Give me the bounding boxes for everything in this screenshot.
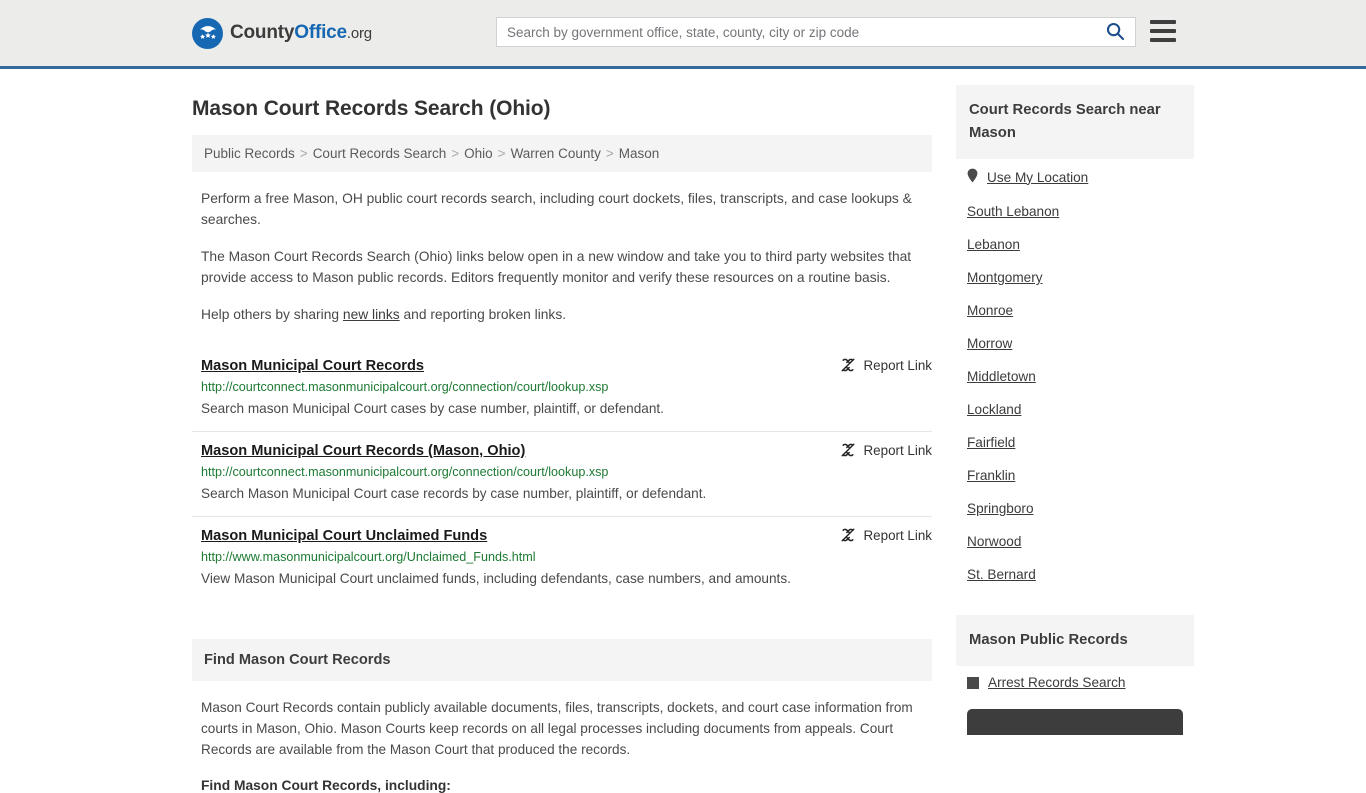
list-item: Springboro <box>956 492 1194 525</box>
report-link-button[interactable]: Report Link <box>840 357 932 373</box>
breadcrumb-item-court-records-search[interactable]: Court Records Search <box>313 146 447 161</box>
square-bullet-icon <box>967 676 979 689</box>
page-title: Mason Court Records Search (Ohio) <box>192 97 551 120</box>
sidebar-nearby-heading: Court Records Search near Mason <box>956 85 1194 159</box>
report-link-label: Report Link <box>863 442 932 458</box>
sidebar-public-records-heading: Mason Public Records <box>956 615 1194 666</box>
find-records-subheading: Find Mason Court Records, including: <box>201 778 451 793</box>
list-item: Use My Location <box>956 159 1194 195</box>
list-item: Lebanon <box>956 228 1194 261</box>
sidebar-city-morrow[interactable]: Morrow <box>956 327 1194 360</box>
sidebar-city-middletown[interactable]: Middletown <box>956 360 1194 393</box>
listing-item: Mason Municipal Court Unclaimed Funds ht… <box>192 517 932 601</box>
broken-link-icon <box>840 442 856 458</box>
intro-paragraph-1: Perform a free Mason, OH public court re… <box>201 191 912 227</box>
search-button[interactable] <box>1095 18 1135 46</box>
breadcrumb-separator: > <box>605 146 614 161</box>
new-links-link[interactable]: new links <box>343 307 400 322</box>
listing-description: View Mason Municipal Court unclaimed fun… <box>201 571 791 586</box>
map-pin-icon <box>967 168 978 186</box>
site-logo[interactable]: CountyOffice.org <box>192 17 372 49</box>
site-header: CountyOffice.org <box>0 0 1366 69</box>
share-text-after: and reporting broken links. <box>399 307 567 322</box>
list-item: St. Bernard <box>956 558 1194 591</box>
listing-item: Mason Municipal Court Records (Mason, Oh… <box>192 432 932 517</box>
list-item: Fairfield <box>956 426 1194 459</box>
list-item: South Lebanon <box>956 195 1194 228</box>
sidebar-city-springboro[interactable]: Springboro <box>956 492 1194 525</box>
listing-title-link[interactable]: Mason Municipal Court Records <box>201 358 424 374</box>
sidebar: Court Records Search near Mason Use My L… <box>956 85 1194 793</box>
listing-title-link[interactable]: Mason Municipal Court Unclaimed Funds <box>201 528 487 544</box>
sidebar-city-montgomery[interactable]: Montgomery <box>956 261 1194 294</box>
listing-description: Search mason Municipal Court cases by ca… <box>201 401 664 416</box>
sidebar-city-south-lebanon[interactable]: South Lebanon <box>956 195 1194 228</box>
report-link-label: Report Link <box>863 357 932 373</box>
breadcrumb-item-mason[interactable]: Mason <box>619 146 660 161</box>
sidebar-bottom-bar[interactable] <box>967 709 1183 735</box>
logo-text-org: .org <box>346 25 372 42</box>
breadcrumb: Public Records > Court Records Search > Ohio… <box>192 135 932 172</box>
intro-paragraph-3: Help others by sharing new links and rep… <box>201 304 917 325</box>
breadcrumb-item-warren-county[interactable]: Warren County <box>511 146 601 161</box>
list-item: Norwood <box>956 525 1194 558</box>
find-records-heading: Find Mason Court Records <box>192 639 932 681</box>
broken-link-icon <box>840 527 856 543</box>
listing-results: Mason Municipal Court Records http://cou… <box>192 347 932 601</box>
report-link-button[interactable]: Report Link <box>840 442 932 458</box>
main-column: Mason Court Records Search (Ohio) Public… <box>192 85 932 793</box>
sidebar-city-fairfield[interactable]: Fairfield <box>956 426 1194 459</box>
sidebar-city-franklin[interactable]: Franklin <box>956 459 1194 492</box>
search-bar[interactable] <box>496 17 1136 47</box>
sidebar-public-records-list: Arrest Records Search <box>956 666 1194 699</box>
sidebar-city-lockland[interactable]: Lockland <box>956 393 1194 426</box>
sidebar-city-monroe[interactable]: Monroe <box>956 294 1194 327</box>
listing-url: http://www.masonmunicipalcourt.org/Uncla… <box>201 550 536 564</box>
search-icon <box>1105 21 1125 44</box>
list-item: Franklin <box>956 459 1194 492</box>
page-body: Mason Court Records Search (Ohio) Public… <box>0 69 1366 793</box>
listing-description: Search Mason Municipal Court case record… <box>201 486 707 501</box>
logo-wordmark: CountyOffice.org <box>230 22 372 44</box>
logo-text-office: Office <box>294 22 347 43</box>
sidebar-city-norwood[interactable]: Norwood <box>956 525 1194 558</box>
eagle-stars-logo-icon <box>192 17 223 49</box>
sidebar-item-label: Arrest Records Search <box>988 675 1126 690</box>
sidebar-city-st-bernard[interactable]: St. Bernard <box>956 558 1194 591</box>
use-my-location-link[interactable]: Use My Location <box>956 159 1194 195</box>
report-link-button[interactable]: Report Link <box>840 527 932 543</box>
listing-url: http://courtconnect.masonmunicipalcourt.… <box>201 380 609 394</box>
breadcrumb-separator: > <box>299 146 308 161</box>
broken-link-icon <box>840 357 856 373</box>
share-text-before: Help others by sharing <box>201 307 343 322</box>
find-records-body: Mason Court Records contain publicly ava… <box>201 700 913 757</box>
logo-text-county: County <box>230 22 295 43</box>
breadcrumb-item-ohio[interactable]: Ohio <box>464 146 493 161</box>
hamburger-menu-icon[interactable] <box>1150 20 1176 42</box>
search-input[interactable] <box>497 18 1095 46</box>
breadcrumb-separator: > <box>497 146 506 161</box>
list-item: Morrow <box>956 327 1194 360</box>
breadcrumb-separator: > <box>451 146 460 161</box>
list-item: Montgomery <box>956 261 1194 294</box>
use-my-location-label: Use My Location <box>987 169 1089 185</box>
list-item: Monroe <box>956 294 1194 327</box>
listing-item: Mason Municipal Court Records http://cou… <box>192 347 932 432</box>
report-link-label: Report Link <box>863 527 932 543</box>
sidebar-nearby-list: Use My Location South Lebanon Lebanon Mo… <box>956 159 1194 591</box>
listing-title-link[interactable]: Mason Municipal Court Records (Mason, Oh… <box>201 443 525 459</box>
list-item: Lockland <box>956 393 1194 426</box>
listing-url: http://courtconnect.masonmunicipalcourt.… <box>201 465 609 479</box>
list-item: Arrest Records Search <box>956 666 1194 699</box>
sidebar-city-lebanon[interactable]: Lebanon <box>956 228 1194 261</box>
list-item: Middletown <box>956 360 1194 393</box>
breadcrumb-item-public-records[interactable]: Public Records <box>204 146 295 161</box>
sidebar-arrest-records-search[interactable]: Arrest Records Search <box>956 666 1194 699</box>
intro-paragraph-2: The Mason Court Records Search (Ohio) li… <box>201 249 912 285</box>
